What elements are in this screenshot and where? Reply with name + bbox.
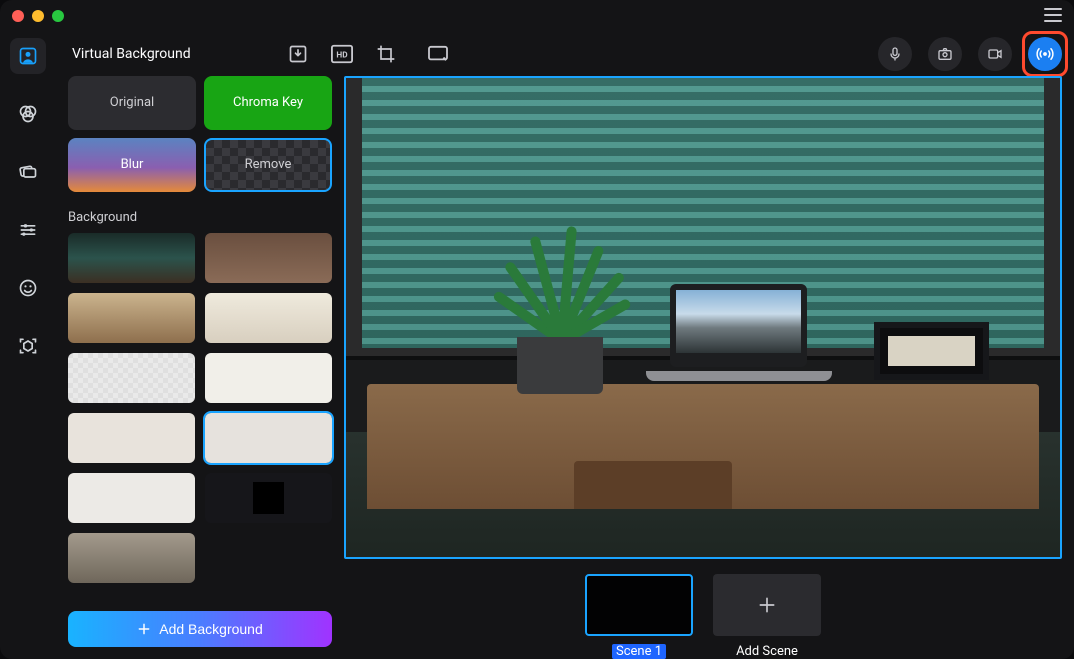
picture-frame-illustration xyxy=(874,322,988,380)
svg-text:HD: HD xyxy=(336,50,348,60)
background-thumb-5[interactable] xyxy=(68,353,195,403)
minimize-window-button[interactable] xyxy=(32,10,44,22)
stream-button[interactable] xyxy=(1028,37,1062,71)
sidebar xyxy=(0,32,56,659)
plus-icon xyxy=(137,622,151,636)
background-grid xyxy=(68,233,332,583)
sidebar-item-3d-scan[interactable] xyxy=(10,328,46,364)
background-section-title: Background xyxy=(68,210,332,225)
mode-blur[interactable]: Blur xyxy=(68,138,196,192)
snapshot-button[interactable] xyxy=(928,37,962,71)
laptop-illustration xyxy=(646,284,832,399)
top-toolbar: Virtual Background HD xyxy=(56,32,1074,76)
toolbar-right-group xyxy=(878,37,1062,71)
content: Virtual Background HD xyxy=(56,32,1074,659)
scene-item-add: Add Scene xyxy=(713,574,821,659)
mode-remove-label: Remove xyxy=(245,157,292,172)
mode-chroma-label: Chroma Key xyxy=(233,95,303,110)
sidebar-item-virtual-background[interactable] xyxy=(10,38,46,74)
plus-icon xyxy=(757,595,777,615)
background-thumb-4[interactable] xyxy=(205,293,332,343)
add-background-label: Add Background xyxy=(159,621,263,637)
mode-chroma-key[interactable]: Chroma Key xyxy=(204,76,332,130)
background-thumb-11[interactable] xyxy=(68,533,195,583)
preview-scene-image xyxy=(346,78,1060,557)
scene-1-thumb[interactable] xyxy=(585,574,693,636)
background-thumb-3[interactable] xyxy=(68,293,195,343)
scene-item-1: Scene 1 xyxy=(585,574,693,659)
add-scene-label: Add Scene xyxy=(736,644,798,659)
add-scene-thumb[interactable] xyxy=(713,574,821,636)
window-controls xyxy=(12,10,64,22)
toolbar-left-group: HD xyxy=(284,40,452,68)
hamburger-menu-icon[interactable] xyxy=(1044,8,1062,22)
sidebar-item-card[interactable] xyxy=(10,154,46,190)
scene-1-label: Scene 1 xyxy=(612,644,666,659)
highlight-indicator xyxy=(1022,31,1068,77)
mode-blur-label: Blur xyxy=(121,157,144,172)
hd-icon[interactable]: HD xyxy=(328,40,356,68)
left-panel: Original Chroma Key Blur Remove Backgrou… xyxy=(56,76,344,659)
titlebar xyxy=(0,0,1074,32)
mode-remove[interactable]: Remove xyxy=(204,138,332,192)
background-thumb-2[interactable] xyxy=(205,233,332,283)
background-thumb-8[interactable] xyxy=(205,413,332,463)
background-thumb-9[interactable] xyxy=(68,473,195,523)
mode-original-label: Original xyxy=(110,95,154,110)
mode-original[interactable]: Original xyxy=(68,76,196,130)
app-window: Virtual Background HD xyxy=(0,0,1074,659)
import-icon[interactable] xyxy=(284,40,312,68)
preview-area: Scene 1 Add Scene xyxy=(344,76,1074,659)
record-button[interactable] xyxy=(978,37,1012,71)
background-thumb-7[interactable] xyxy=(68,413,195,463)
preview-canvas[interactable] xyxy=(344,76,1062,559)
sidebar-item-avatar[interactable] xyxy=(10,270,46,306)
sidebar-item-adjustments[interactable] xyxy=(10,212,46,248)
panel-title: Virtual Background xyxy=(68,46,268,62)
mic-button[interactable] xyxy=(878,37,912,71)
add-background-button[interactable]: Add Background xyxy=(68,611,332,647)
maximize-window-button[interactable] xyxy=(52,10,64,22)
mid-row: Original Chroma Key Blur Remove Backgrou… xyxy=(56,76,1074,659)
scenes-strip: Scene 1 Add Scene xyxy=(344,559,1062,659)
background-thumb-10[interactable] xyxy=(205,473,332,523)
canvas-icon[interactable] xyxy=(424,40,452,68)
sidebar-item-color[interactable] xyxy=(10,96,46,132)
close-window-button[interactable] xyxy=(12,10,24,22)
crop-icon[interactable] xyxy=(372,40,400,68)
background-thumb-1[interactable] xyxy=(68,233,195,283)
mode-grid: Original Chroma Key Blur Remove xyxy=(68,76,332,192)
background-thumb-6[interactable] xyxy=(205,353,332,403)
main: Virtual Background HD xyxy=(0,32,1074,659)
